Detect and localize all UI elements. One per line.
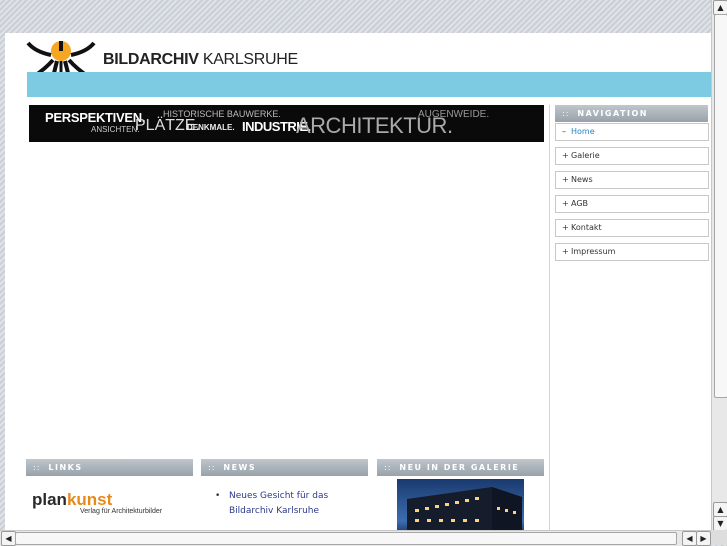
horizontal-scrollbar[interactable]: ◀ ◀ ▶ (0, 530, 711, 546)
nav-item-label: Kontakt (571, 223, 602, 232)
site-title-regular: KARLSRUHE (198, 51, 298, 68)
site-title[interactable]: BILDARCHIV KARLSRUHE (103, 51, 298, 69)
nav-item-label: Home (571, 127, 595, 136)
plus-icon: + (562, 247, 569, 256)
links-box: :: LINKS plankunst Verlag für Architektur… (26, 459, 193, 530)
plus-icon: + (562, 223, 569, 232)
gallery-header: :: NEU IN DER GALERIE (377, 459, 544, 476)
banner-denkmale: DENKMALE. (187, 123, 235, 132)
banner: PERSPEKTIVEN. ANSICHTEN. PLÄTZE. HISTORI… (29, 105, 544, 142)
gallery-header-label: NEU IN DER GALERIE (399, 463, 520, 472)
links-header-label: LINKS (48, 463, 83, 472)
navigation-header: :: NAVIGATION (555, 105, 708, 122)
gallery-thumbnail[interactable] (397, 479, 524, 530)
banner-augenweide: AUGENWEIDE. (418, 109, 490, 120)
scroll-up-icon[interactable]: ▲ (713, 0, 727, 15)
scroll-down-icon[interactable]: ▼ (713, 516, 727, 531)
nav-item-kontakt[interactable]: + Kontakt (555, 219, 709, 237)
plankunst-logo-plan: plan (32, 490, 67, 509)
navigation-header-label: NAVIGATION (577, 109, 648, 118)
scroll-up-icon[interactable]: ▲ (713, 502, 727, 517)
plus-icon: + (562, 199, 569, 208)
plankunst-logo-link[interactable]: plankunst Verlag für Architekturbilder (32, 490, 162, 515)
plankunst-subtitle: Verlag für Architekturbilder (80, 508, 163, 515)
news-header-label: NEWS (223, 463, 257, 472)
nav-item-home[interactable]: – Home (555, 123, 709, 141)
minus-icon: – (562, 127, 566, 136)
page: BILDARCHIV KARLSRUHE PERSPEKTIVEN. ANSIC… (5, 33, 711, 530)
banner-historische: HISTORISCHE BAUWERKE. (163, 109, 281, 119)
sidebar: :: NAVIGATION – Home + Galerie + News + AGB +… (549, 105, 711, 530)
news-header: :: NEWS (201, 459, 368, 476)
news-list: Neues Gesicht für das Bildarchiv Karlsru… (215, 489, 349, 519)
links-header: :: LINKS (26, 459, 193, 476)
nav-item-news[interactable]: + News (555, 171, 709, 189)
nav-item-label: News (571, 175, 593, 184)
plus-icon: + (562, 151, 569, 160)
scroll-left-icon[interactable]: ◀ (1, 531, 16, 546)
nav-item-agb[interactable]: + AGB (555, 195, 709, 213)
nav-item-impressum[interactable]: + Impressum (555, 243, 709, 261)
scrollbar-corner (711, 530, 727, 545)
building-image (407, 487, 522, 530)
news-box: ::NEWS Neues Gesicht für das Bildarchiv … (201, 459, 368, 530)
nav-item-label: Galerie (571, 151, 600, 160)
banner-ansichten: ANSICHTEN. (91, 125, 140, 134)
site-title-bold: BILDARCHIV (103, 51, 199, 68)
header-bar (27, 72, 711, 97)
banner-perspektiven: PERSPEKTIVEN. (45, 110, 146, 125)
header-dots: :: (562, 109, 570, 118)
vertical-scroll-thumb[interactable] (714, 14, 727, 398)
header-dots: :: (33, 463, 41, 472)
header-dots: :: (208, 463, 216, 472)
horizontal-scroll-thumb[interactable] (15, 532, 677, 545)
scroll-left-icon[interactable]: ◀ (682, 531, 697, 546)
bottom-boxes: :: LINKS plankunst Verlag für Architektur… (26, 459, 546, 530)
nav-item-label: AGB (571, 199, 589, 208)
news-link[interactable]: Neues Gesicht für das Bildarchiv Karlsru… (215, 489, 349, 519)
scroll-right-icon[interactable]: ▶ (696, 531, 711, 546)
vertical-scrollbar[interactable]: ▲ ▲ ▼ (711, 0, 727, 531)
header-dots: :: (384, 463, 392, 472)
nav-item-galerie[interactable]: + Galerie (555, 147, 709, 165)
nav-item-label: Impressum (571, 247, 616, 256)
gallery-box: :: NEU IN DER GALERIE (377, 459, 544, 530)
plus-icon: + (562, 175, 569, 184)
plankunst-logo-kunst: kunst (66, 490, 113, 509)
